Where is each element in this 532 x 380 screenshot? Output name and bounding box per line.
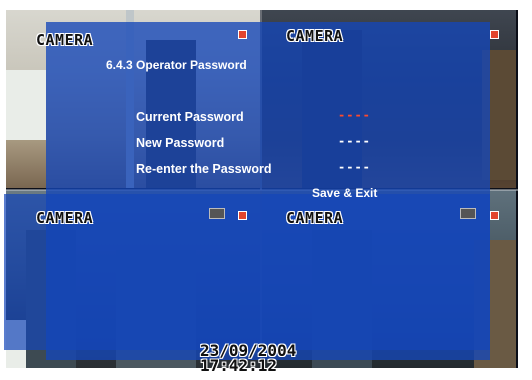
record-indicator-icon <box>238 30 247 39</box>
menu-title: 6.4.3 Operator Password <box>106 58 247 72</box>
camera-label-3: CAMERA <box>36 209 94 227</box>
camera-label-2: CAMERA <box>286 27 344 45</box>
new-password-label: New Password <box>136 136 225 150</box>
new-password-field[interactable]: ---- <box>338 134 371 148</box>
camera-label-1: CAMERA <box>36 31 94 49</box>
osd-time: 17:42:12 <box>200 356 278 375</box>
reenter-password-label: Re-enter the Password <box>136 162 272 176</box>
record-indicator-icon <box>490 30 499 39</box>
record-indicator-icon <box>238 211 247 220</box>
camera-status-icon <box>460 208 476 219</box>
reenter-password-field[interactable]: ---- <box>338 160 371 174</box>
dvr-monitor: CAMERA CAMERA CAMERA CAMERA 6.4.3 Operat… <box>0 0 532 380</box>
camera-label-4: CAMERA <box>286 209 344 227</box>
current-password-label: Current Password <box>136 110 244 124</box>
current-password-field[interactable]: ---- <box>338 108 371 122</box>
save-exit-button[interactable]: Save & Exit <box>312 186 377 200</box>
camera-status-icon <box>209 208 225 219</box>
record-indicator-icon <box>490 211 499 220</box>
window-light <box>6 70 46 140</box>
